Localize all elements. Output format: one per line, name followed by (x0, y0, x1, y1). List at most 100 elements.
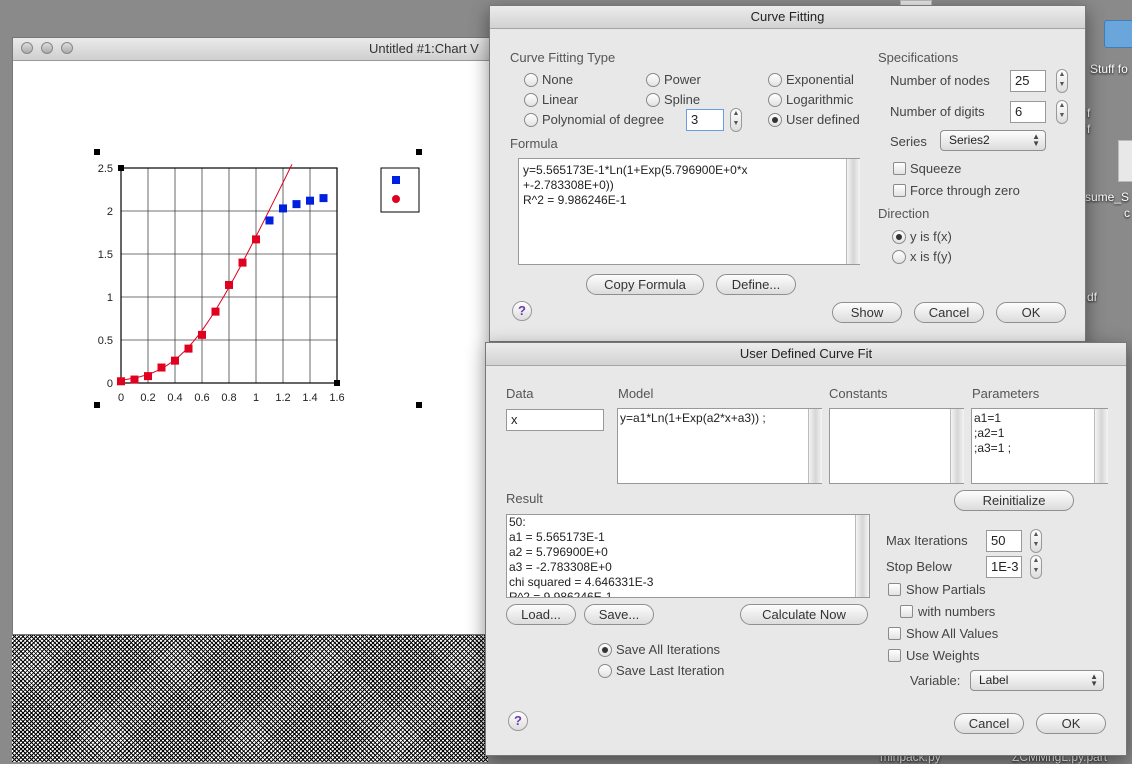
parameters-text[interactable]: a1=1 ;a2=1 ;a3=1 ; (971, 408, 1108, 484)
chart-window-titlebar[interactable]: Untitled #1:Chart V (13, 38, 501, 61)
result-scrollbar[interactable] (855, 515, 869, 597)
formula-scrollbar[interactable] (846, 159, 860, 264)
minimize-window-icon[interactable] (41, 42, 53, 54)
squeeze-label[interactable]: Squeeze (910, 161, 961, 176)
radio-none[interactable] (524, 73, 538, 87)
radio-polynomial[interactable] (524, 113, 538, 127)
selection-handle (94, 402, 100, 408)
squeeze-checkbox[interactable] (893, 162, 906, 175)
x-tick-label: 0.4 (167, 392, 182, 404)
show-partials-label[interactable]: Show Partials (906, 582, 985, 597)
define-button[interactable]: Define... (716, 274, 796, 295)
calculate-now-button[interactable]: Calculate Now (740, 604, 868, 625)
help-icon[interactable]: ? (512, 301, 532, 321)
selection-handle (118, 165, 124, 171)
desktop-label[interactable]: df (1087, 290, 1097, 304)
desktop-label[interactable]: f (1087, 122, 1090, 136)
radio-save-last[interactable] (598, 664, 612, 678)
force-zero-checkbox[interactable] (893, 184, 906, 197)
radio-save-all[interactable] (598, 643, 612, 657)
chart-window[interactable]: Untitled #1:Chart V 0 0.2 0.4 0.6 0.8 1 1.2 1.4… (12, 37, 502, 635)
show-button[interactable]: Show (832, 302, 902, 323)
radio-save-last-label[interactable]: Save Last Iteration (616, 663, 724, 678)
nodes-input[interactable]: 25 (1010, 70, 1046, 92)
radio-none-label[interactable]: None (542, 72, 573, 87)
desktop-label[interactable]: sume_S (1085, 190, 1129, 204)
help-icon[interactable]: ? (508, 711, 528, 731)
radio-power-label[interactable]: Power (664, 72, 701, 87)
degree-stepper[interactable]: ▲ ▼ (730, 108, 742, 132)
desktop-label[interactable]: c (1124, 206, 1130, 220)
radio-spline-label[interactable]: Spline (664, 92, 700, 107)
constants-scrollbar[interactable] (950, 409, 964, 483)
radio-power[interactable] (646, 73, 660, 87)
radio-logarithmic-label[interactable]: Logarithmic (786, 92, 853, 107)
radio-logarithmic[interactable] (768, 93, 782, 107)
cancel-button[interactable]: Cancel (954, 713, 1024, 734)
folder-icon[interactable] (1104, 20, 1132, 48)
variable-select[interactable]: Label ▲ ▼ (970, 670, 1104, 691)
desktop-label[interactable]: f (1087, 106, 1090, 120)
radio-user-defined-label[interactable]: User defined (786, 112, 860, 127)
radio-user-defined[interactable] (768, 113, 782, 127)
show-all-values-checkbox[interactable] (888, 627, 901, 640)
digits-input[interactable]: 6 (1010, 101, 1046, 123)
data-point (306, 196, 314, 205)
radio-exponential-label[interactable]: Exponential (786, 72, 854, 87)
radio-spline[interactable] (646, 93, 660, 107)
formula-text[interactable]: y=5.565173E-1*Ln(1+Exp(5.796900E+0*x +-2… (518, 158, 860, 265)
save-button[interactable]: Save... (584, 604, 654, 625)
radio-x-is-fy[interactable] (892, 250, 906, 264)
digits-label: Number of digits (890, 104, 985, 119)
load-button[interactable]: Load... (506, 604, 576, 625)
chart[interactable]: 0 0.2 0.4 0.6 0.8 1 1.2 1.4 1.6 0 0.5 1 1.5 2 2.5 (13, 60, 501, 634)
with-numbers-label[interactable]: with numbers (918, 604, 995, 619)
selection-handle (94, 149, 100, 155)
data-input[interactable]: x (506, 409, 604, 431)
stop-below-input[interactable]: 1E-3 (986, 556, 1022, 578)
data-point (225, 280, 233, 289)
ok-button[interactable]: OK (996, 302, 1066, 323)
use-weights-checkbox[interactable] (888, 649, 901, 662)
parameters-scrollbar[interactable] (1094, 409, 1108, 483)
max-iterations-input[interactable]: 50 (986, 530, 1022, 552)
zoom-window-icon[interactable] (61, 42, 73, 54)
series-select[interactable]: Series2 ▲ ▼ (940, 130, 1046, 151)
model-scrollbar[interactable] (808, 409, 822, 483)
force-zero-label[interactable]: Force through zero (910, 183, 1020, 198)
radio-x-is-fy-label[interactable]: x is f(y) (910, 249, 952, 264)
show-all-values-label[interactable]: Show All Values (906, 626, 998, 641)
stop-below-stepper[interactable]: ▲ ▼ (1030, 555, 1042, 579)
specifications-heading: Specifications (878, 50, 959, 65)
close-window-icon[interactable] (21, 42, 33, 54)
constants-label: Constants (829, 386, 888, 401)
copy-formula-button[interactable]: Copy Formula (586, 274, 704, 295)
show-partials-checkbox[interactable] (888, 583, 901, 596)
use-weights-label[interactable]: Use Weights (906, 648, 979, 663)
desktop-label[interactable]: Stuff fo (1090, 62, 1128, 76)
max-iterations-stepper[interactable]: ▲ ▼ (1030, 529, 1042, 553)
digits-stepper[interactable]: ▲ ▼ (1056, 100, 1068, 124)
radio-polynomial-label[interactable]: Polynomial of degree (542, 112, 664, 127)
direction-heading: Direction (878, 206, 930, 221)
data-point (211, 307, 220, 316)
result-text[interactable]: 50: a1 = 5.565173E-1 a2 = 5.796900E+0 a3… (506, 514, 870, 598)
with-numbers-checkbox[interactable] (900, 605, 913, 618)
constants-text[interactable] (829, 408, 964, 484)
data-label: Data (506, 386, 534, 401)
radio-y-is-fx-label[interactable]: y is f(x) (910, 229, 952, 244)
polynomial-degree-input[interactable]: 3 (686, 109, 724, 131)
cancel-button[interactable]: Cancel (914, 302, 984, 323)
model-text[interactable]: y=a1*Ln(1+Exp(a2*x+a3)) ; (617, 408, 822, 484)
document-icon[interactable] (1118, 140, 1132, 182)
radio-linear-label[interactable]: Linear (542, 92, 578, 107)
user-defined-curve-fit-dialog: User Defined Curve Fit Data x Model y=a1… (485, 342, 1127, 756)
radio-exponential[interactable] (768, 73, 782, 87)
reinitialize-button[interactable]: Reinitialize (954, 490, 1074, 511)
data-point (198, 330, 206, 339)
radio-save-all-label[interactable]: Save All Iterations (616, 642, 720, 657)
ok-button[interactable]: OK (1036, 713, 1106, 734)
radio-y-is-fx[interactable] (892, 230, 906, 244)
nodes-stepper[interactable]: ▲ ▼ (1056, 69, 1068, 93)
radio-linear[interactable] (524, 93, 538, 107)
